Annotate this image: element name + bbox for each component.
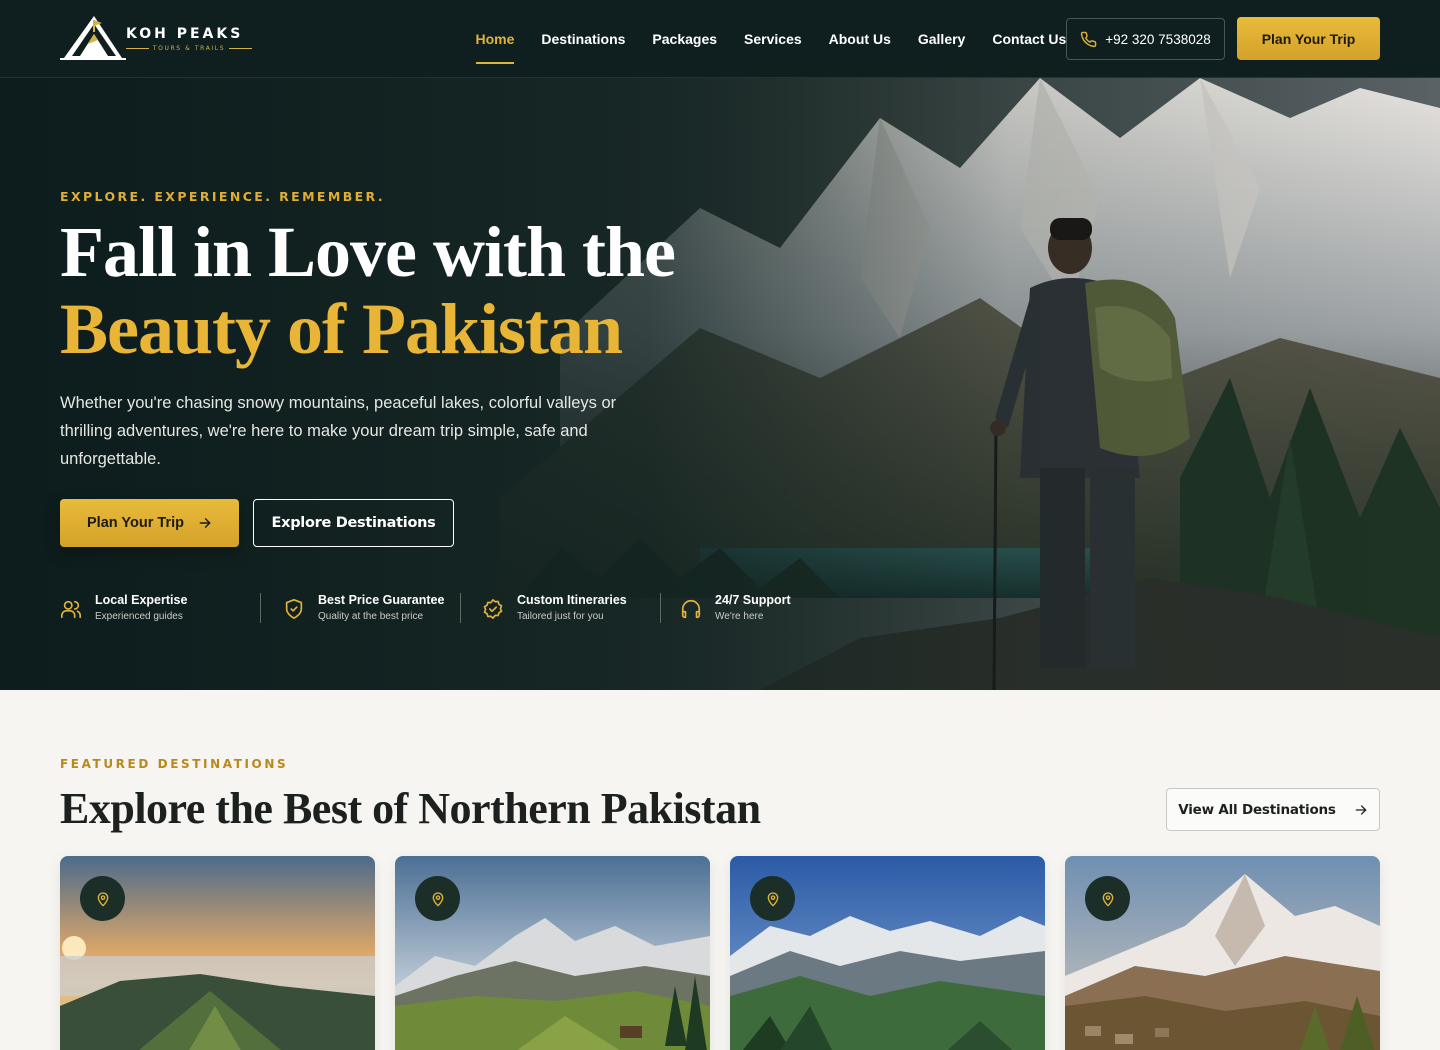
arrow-right-icon: [1355, 804, 1367, 815]
feature-support: 24/7 Support We're here: [660, 592, 830, 628]
destination-card[interactable]: [1065, 856, 1380, 1050]
feature-subtitle: Experienced guides: [95, 611, 183, 622]
site-header: KOH PEAKS TOURS & TRAILS Home Destinatio…: [0, 0, 1440, 78]
feature-divider: [460, 593, 461, 623]
explore-destinations-button[interactable]: Explore Destinations: [253, 499, 454, 547]
map-pin-icon: [432, 891, 443, 906]
phone-button[interactable]: +92 320 7538028: [1066, 18, 1225, 60]
view-all-destinations-button[interactable]: View All Destinations: [1166, 788, 1380, 831]
hero-description: Whether you're chasing snowy mountains, …: [60, 394, 617, 468]
hero-title-line1: Fall in Love with the: [60, 212, 676, 292]
brand-tagline-row: TOURS & TRAILS: [126, 45, 252, 52]
feature-title: Best Price Guarantee: [318, 593, 445, 607]
feature-divider: [660, 593, 661, 623]
plan-trip-header-button[interactable]: Plan Your Trip: [1237, 17, 1380, 60]
map-pin-icon: [97, 891, 108, 906]
featured-title: Explore the Best of Northern Pakistan: [60, 784, 761, 833]
nav-contact-us[interactable]: Contact Us: [979, 0, 1080, 78]
phone-number: +92 320 7538028: [1105, 31, 1211, 47]
hero-eyebrow: EXPLORE. EXPERIENCE. REMEMBER.: [60, 189, 385, 204]
feature-subtitle: We're here: [715, 611, 764, 622]
feature-subtitle: Quality at the best price: [318, 611, 424, 622]
mountain-logo-icon: [60, 16, 126, 60]
featured-eyebrow: FEATURED DESTINATIONS: [60, 757, 289, 771]
hero-title: Fall in Love with the Beauty of Pakistan: [60, 214, 780, 368]
hero-section: EXPLORE. EXPERIENCE. REMEMBER. Fall in L…: [0, 78, 1440, 690]
nav-about-us[interactable]: About Us: [815, 0, 904, 78]
headset-icon: [681, 600, 701, 619]
users-icon: [61, 600, 81, 619]
brand-tagline: TOURS & TRAILS: [152, 45, 226, 52]
destination-card[interactable]: [60, 856, 375, 1050]
location-pin-badge: [415, 876, 460, 921]
nav-destinations[interactable]: Destinations: [528, 0, 639, 78]
feature-title: 24/7 Support: [715, 593, 791, 607]
hero-features: Local Expertise Experienced guides Best …: [60, 592, 830, 628]
feature-title: Local Expertise: [95, 593, 188, 607]
nav-services[interactable]: Services: [731, 0, 816, 78]
plan-trip-button-label: Plan Your Trip: [87, 515, 184, 531]
feature-subtitle: Tailored just for you: [517, 611, 604, 622]
location-pin-badge: [1085, 876, 1130, 921]
arrow-right-icon: [199, 518, 211, 528]
nav-gallery[interactable]: Gallery: [904, 0, 978, 78]
destination-card[interactable]: [730, 856, 1045, 1050]
feature-divider: [260, 593, 261, 623]
feature-custom-itineraries: Custom Itineraries Tailored just for you: [460, 592, 660, 628]
map-pin-icon: [1102, 891, 1113, 906]
feature-best-price: Best Price Guarantee Quality at the best…: [260, 592, 460, 628]
shield-check-icon: [285, 599, 303, 619]
plan-trip-button[interactable]: Plan Your Trip: [60, 499, 239, 547]
hero-title-line2: Beauty of Pakistan: [60, 289, 623, 369]
feature-title: Custom Itineraries: [517, 593, 627, 607]
brand-name: KOH PEAKS: [126, 26, 244, 42]
location-pin-badge: [80, 876, 125, 921]
phone-icon: [1081, 31, 1097, 47]
nav-packages[interactable]: Packages: [639, 0, 731, 78]
badge-check-icon: [483, 599, 503, 619]
location-pin-badge: [750, 876, 795, 921]
destination-card[interactable]: [395, 856, 710, 1050]
feature-local-expertise: Local Expertise Experienced guides: [60, 592, 260, 628]
destination-cards: [60, 856, 1380, 1050]
view-all-label: View All Destinations: [1178, 801, 1336, 818]
main-nav: Home Destinations Packages Services Abou…: [462, 0, 1080, 78]
nav-home[interactable]: Home: [462, 0, 528, 78]
map-pin-icon: [767, 891, 778, 906]
brand-logo[interactable]: KOH PEAKS TOURS & TRAILS: [60, 14, 260, 62]
